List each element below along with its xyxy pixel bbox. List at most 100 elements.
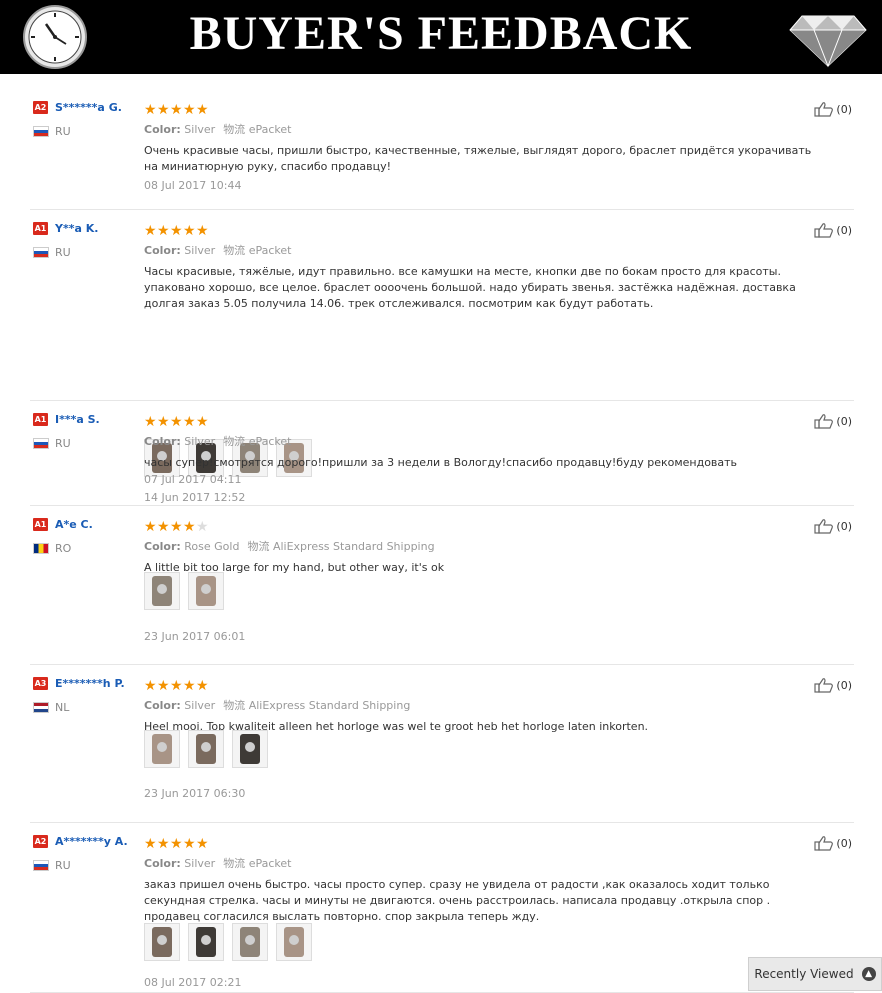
order-meta: Color: Silver 物流 ePacket [144,433,291,449]
star-icon: ★ [183,102,196,118]
country-flag-icon [33,860,49,871]
thumbs-up-icon [814,678,834,693]
star-icon: ★ [157,414,170,430]
buyer-name[interactable]: Y**a K. [55,222,98,235]
shipping-value: ePacket [248,123,292,136]
star-icon: ★ [144,836,157,852]
watch-face-icon [245,742,255,752]
star-icon: ★ [157,223,170,239]
watch-face-icon [201,935,211,945]
color-label: Color: [144,857,181,870]
color-label: Color: [144,435,181,448]
star-icon: ★ [183,519,196,535]
review-photo-thumbnail[interactable] [232,923,268,961]
review-item: A3 E*******h P. NL ★★★★★ Color: Silver 物流 Ali… [30,664,854,823]
helpful-count: (0) [836,678,852,692]
review-photo-thumbnail[interactable] [232,730,268,768]
review-date: 08 Jul 2017 10:44 [144,179,242,192]
recently-viewed-label: Recently Viewed [754,967,854,981]
shipping-label: 物流 [223,123,246,136]
thumbs-up-icon [814,102,834,117]
star-icon: ★ [170,678,183,694]
review-date: 23 Jun 2017 06:01 [144,630,246,643]
star-icon: ★ [183,836,196,852]
star-icon: ★ [196,519,209,535]
shipping-label: 物流 [223,244,246,257]
shipping-value: AliExpress Standard Shipping [272,540,435,553]
star-icon: ★ [157,519,170,535]
thumbs-up-icon [814,223,834,238]
review-photo-thumbnail[interactable] [188,923,224,961]
star-icon: ★ [196,678,209,694]
star-icon: ★ [144,414,157,430]
review-photo-thumbnail[interactable] [144,730,180,768]
shipping-label: 物流 [247,540,270,553]
review-item: A2 A*******y A. RU ★★★★★ Color: Silver 物流 ePa… [30,822,854,993]
star-rating: ★★★★★ [144,833,209,852]
helpful-button[interactable]: (0) [814,101,852,117]
color-label: Color: [144,540,181,553]
helpful-count: (0) [836,414,852,428]
buyer-level-badge: A1 [33,518,48,531]
review-photo-thumbnail[interactable] [144,572,180,610]
star-rating: ★★★★★ [144,99,209,118]
recently-viewed-button[interactable]: Recently Viewed ▲ [748,957,882,991]
order-meta: Color: Silver 物流 ePacket [144,855,291,871]
country-flag-icon [33,438,49,449]
color-label: Color: [144,699,181,712]
watch-face-icon [157,584,167,594]
buyer-name[interactable]: E*******h P. [55,677,125,690]
helpful-button[interactable]: (0) [814,835,852,851]
star-icon: ★ [170,223,183,239]
helpful-button[interactable]: (0) [814,677,852,693]
review-item: A2 S******a G. RU ★★★★★ Color: Silver 物流 ePac… [30,88,854,210]
feedback-banner: BUYER'S FEEDBACK [0,0,882,74]
star-icon: ★ [196,102,209,118]
buyer-name[interactable]: S******a G. [55,101,122,114]
buyer-level-badge: A1 [33,222,48,235]
shipping-value: ePacket [248,435,292,448]
country-code: RU [55,859,71,872]
country-flag-icon [33,247,49,258]
review-date: 08 Jul 2017 02:21 [144,976,242,989]
helpful-button[interactable]: (0) [814,222,852,238]
review-item: A1 Y**a K. RU ★★★★★ Color: Silver 物流 ePacket Ч… [30,209,854,504]
country-code: RU [55,437,71,450]
helpful-button[interactable]: (0) [814,518,852,534]
color-value: Silver [184,244,216,257]
star-icon: ★ [144,519,157,535]
color-label: Color: [144,123,181,136]
buyer-name[interactable]: A*******y A. [55,835,128,848]
review-photo-thumbnail[interactable] [188,572,224,610]
watch-face-icon [157,935,167,945]
shipping-value: ePacket [248,244,292,257]
country-flag-icon [33,543,49,554]
color-value: Silver [184,123,216,136]
color-value: Rose Gold [184,540,240,553]
review-photo-thumbnail[interactable] [144,923,180,961]
star-icon: ★ [196,836,209,852]
buyer-name[interactable]: I***a S. [55,413,100,426]
watch-face-icon [289,935,299,945]
shipping-value: ePacket [248,857,292,870]
helpful-button[interactable]: (0) [814,413,852,429]
country-code: RU [55,246,71,259]
star-rating: ★★★★★ [144,411,209,430]
country-code: NL [55,701,70,714]
review-photo-thumbnail[interactable] [188,730,224,768]
star-icon: ★ [170,414,183,430]
review-item: A1 I***a S. RU ★★★★★ Color: Silver 物流 ePacket… [30,400,854,506]
review-photos [144,923,320,961]
star-rating: ★★★★★ [144,675,209,694]
order-meta: Color: Silver 物流 AliExpress Standard Ship… [144,697,410,713]
star-icon: ★ [157,678,170,694]
buyer-level-badge: A2 [33,835,48,848]
review-text: Очень красивые часы, пришли быстро, каче… [144,144,812,173]
buyer-level-badge: A1 [33,413,48,426]
helpful-count: (0) [836,223,852,237]
review-photo-thumbnail[interactable] [276,923,312,961]
buyer-name[interactable]: A*e C. [55,518,93,531]
banner-title: BUYER'S FEEDBACK [189,7,693,60]
star-icon: ★ [183,678,196,694]
star-icon: ★ [170,519,183,535]
